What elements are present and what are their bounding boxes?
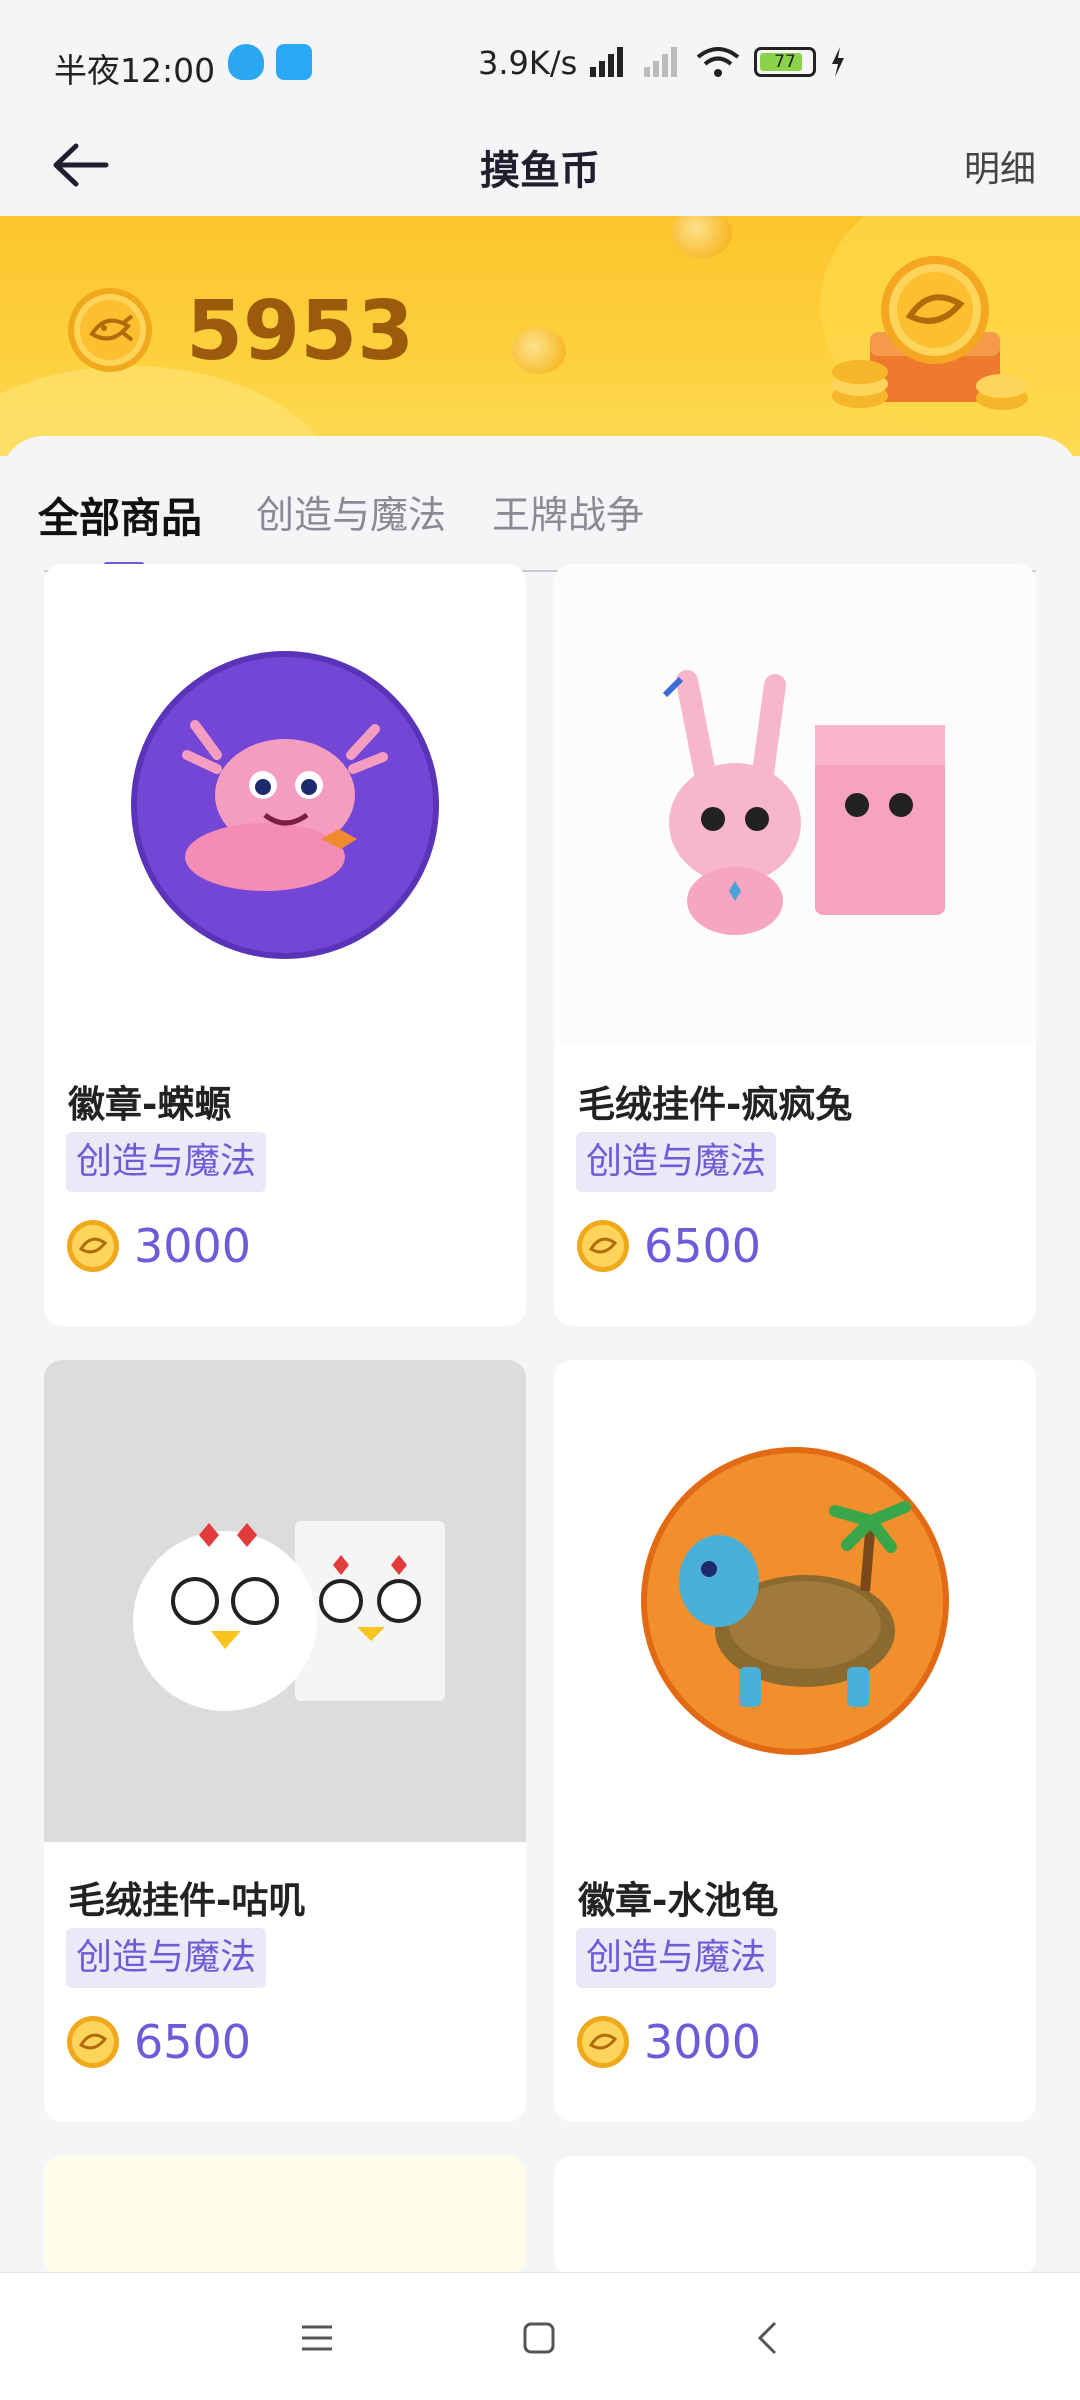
chicken-plush-image [133, 1521, 445, 1711]
product-category-tag: 创造与魔法 [66, 1928, 267, 1988]
product-card[interactable] [554, 2156, 1036, 2276]
home-square-icon [523, 2322, 555, 2354]
chat-app-icon [276, 44, 312, 80]
product-card[interactable]: 毛绒挂件-疯疯兔 创造与魔法 6500 [554, 564, 1036, 1326]
signal-icon [590, 47, 623, 77]
tab-all-products[interactable]: 全部商品 [38, 484, 202, 544]
product-price: 6500 [644, 1219, 762, 1273]
menu-button[interactable] [292, 2313, 342, 2363]
product-name: 徽章-水池龟 [578, 1879, 779, 1922]
status-icons: 77 [588, 40, 846, 84]
product-card[interactable]: 徽章-水池龟 创造与魔法 3000 [554, 1360, 1036, 2122]
battery-level: 77 [774, 52, 796, 72]
product-name: 徽章-蝾螈 [68, 1083, 232, 1126]
menu-icon [302, 2325, 332, 2351]
treasure-chest-icon [830, 246, 1030, 430]
detail-link[interactable]: 明细 [964, 140, 1036, 192]
home-button[interactable] [514, 2313, 564, 2363]
product-card[interactable] [44, 2156, 526, 2276]
network-speed: 3.9K/s [478, 44, 578, 82]
product-name: 毛绒挂件-咕叽 [68, 1879, 306, 1922]
app-header: 摸鱼币 明细 [0, 110, 1080, 220]
category-tabs: 全部商品 创造与魔法 王牌战争 [0, 464, 1080, 572]
fish-coin-icon [577, 2016, 629, 2068]
product-image [554, 564, 1036, 1046]
product-card[interactable]: 徽章-蝾螈 创造与魔法 3000 [44, 564, 526, 1326]
product-section: 全部商品 创造与魔法 王牌战争 徽章-蝾螈 创造与魔法 3000 毛绒挂件-疯疯… [0, 436, 1080, 2276]
product-category-tag: 创造与魔法 [66, 1132, 267, 1192]
decorative-coin-icon [512, 328, 566, 374]
wifi-icon [696, 47, 740, 77]
bunny-plush-image [662, 670, 945, 935]
status-time: 半夜12:00 [54, 51, 216, 90]
product-price: 3000 [134, 1219, 252, 1273]
decorative-coin-icon [672, 216, 732, 258]
product-category-tag: 创造与魔法 [576, 1132, 777, 1192]
system-nav-bar [0, 2272, 1080, 2400]
product-price: 3000 [644, 2015, 762, 2069]
page-title: 摸鱼币 [480, 148, 600, 194]
turtle-badge-image [641, 1447, 949, 1755]
product-price-row: 6500 [576, 1216, 761, 1276]
product-price: 6500 [134, 2015, 252, 2069]
product-price-row: 3000 [66, 1216, 251, 1276]
fish-coin-icon [67, 2016, 119, 2068]
product-card[interactable]: 毛绒挂件-咕叽 创造与魔法 6500 [44, 1360, 526, 2122]
fish-coin-icon [67, 1220, 119, 1272]
balance-banner: 5953 [0, 216, 1080, 456]
fish-coin-icon [66, 286, 154, 378]
qq-icon [228, 44, 264, 80]
system-back-button[interactable] [742, 2313, 792, 2363]
chevron-left-icon [757, 2321, 777, 2355]
product-category-tag: 创造与魔法 [576, 1928, 777, 1988]
product-name: 毛绒挂件-疯疯兔 [578, 1083, 853, 1126]
charging-icon [832, 47, 844, 77]
signal-off-icon [644, 47, 677, 77]
tab-creation-magic[interactable]: 创造与魔法 [256, 484, 446, 539]
product-image [554, 1360, 1036, 1842]
product-price-row: 3000 [576, 2012, 761, 2072]
battery-icon: 77 [754, 47, 816, 77]
tab-ace-war[interactable]: 王牌战争 [492, 484, 644, 539]
product-image [44, 564, 526, 1046]
product-image [44, 1360, 526, 1842]
axolotl-badge-image [131, 651, 439, 959]
product-price-row: 6500 [66, 2012, 251, 2072]
fish-coin-icon [577, 1220, 629, 1272]
coin-balance: 5953 [186, 284, 415, 379]
